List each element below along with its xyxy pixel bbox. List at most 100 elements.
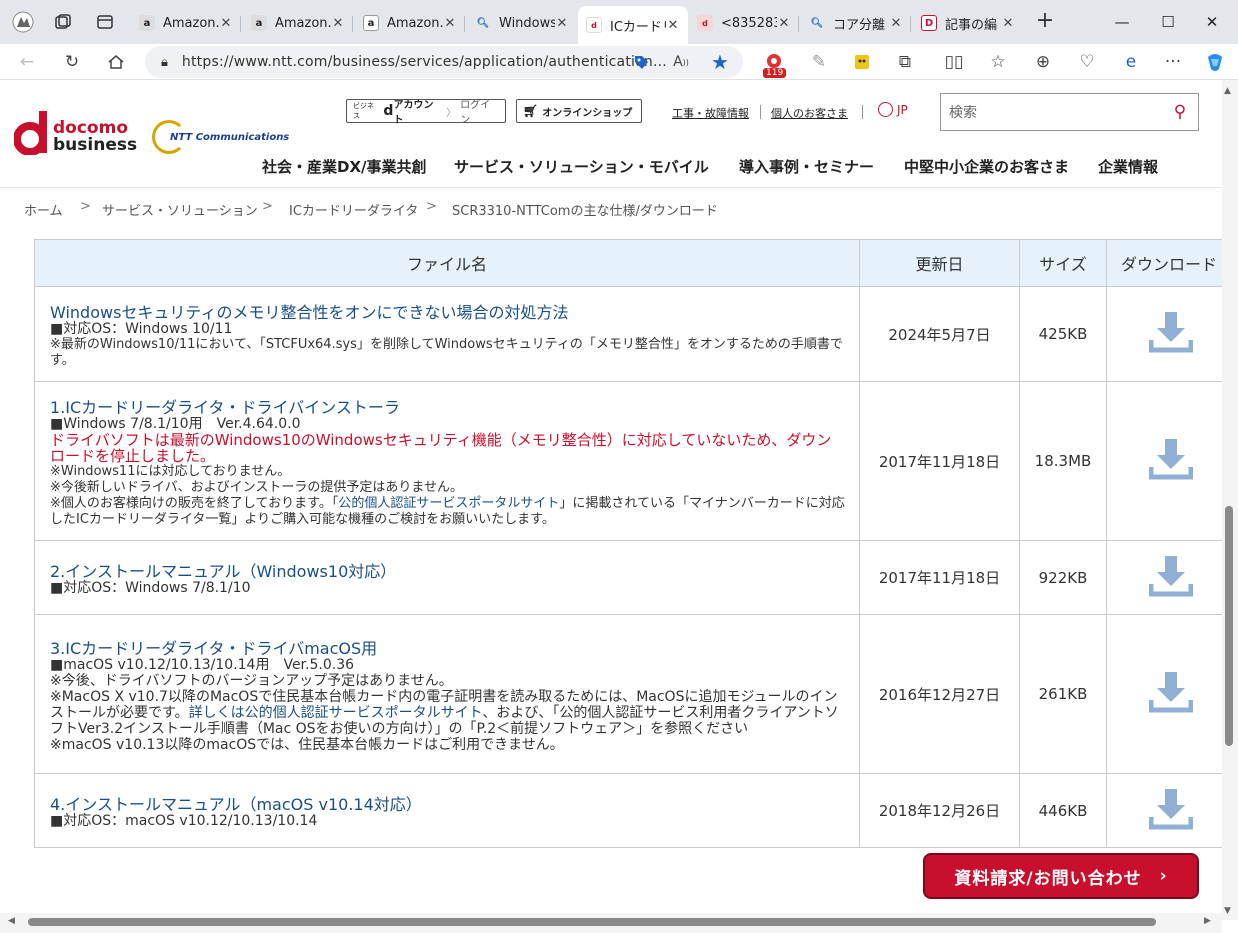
download-icon[interactable] [1148,437,1193,481]
docomo-d-logo-icon[interactable] [14,111,50,155]
file-title-link[interactable]: 2.インストールマニュアル（Windows10対応） [50,563,845,580]
workspaces-icon[interactable] [48,8,78,36]
close-tab-icon[interactable]: ✕ [1001,16,1015,31]
scroll-down-icon[interactable]: ▼ [1224,906,1231,916]
file-title-link[interactable]: 3.ICカードリーダライタ・ドライバmacOS用 [50,640,845,657]
vertical-scrollbar[interactable]: ▲ ▼ [1222,80,1238,920]
file-title-link[interactable]: Windowsセキュリティのメモリ整合性をオンにできない場合の対処方法 [50,304,845,321]
close-tab-icon[interactable]: ✕ [889,16,903,31]
browser-tab[interactable]: a Amazon.c ✕ [355,8,465,38]
nav-smb[interactable]: 中堅中小企業のお客さま [904,156,1069,177]
docomo-business-logo[interactable]: docomo business [53,120,137,154]
copilot-icon[interactable] [1201,48,1229,76]
updated-date: 2018年12月26日 [859,773,1020,848]
browser-tab[interactable]: 🔍︎ コア分離 ✕ [801,8,911,38]
extension-icon[interactable] [848,48,876,76]
search-favicon-icon: 🔍︎ [810,17,824,29]
updated-date: 2017年11月18日 [859,540,1020,615]
jpki-portal-detail-link[interactable]: 詳しくは公的個人認証サービスポータルサイト [189,705,483,721]
table-row: 1.ICカードリーダライタ・ドライバインストーラ ■Windows 7/8.1/… [34,381,1222,541]
horizontal-scroll-thumb[interactable] [28,918,1156,926]
table-row: 4.インストールマニュアル（macOS v10.14対応） ■対応OS：macO… [34,773,1222,848]
online-shop-button[interactable]: 🛒︎ オンラインショップ [516,99,642,123]
close-tab-icon[interactable]: ✕ [666,18,680,33]
download-icon[interactable] [1148,670,1193,714]
split-screen-icon[interactable]: ▯▯ [940,48,968,76]
collections-icon[interactable]: ⊕ [1029,48,1057,76]
col-header-updated: 更新日 [859,239,1020,287]
favorites-icon[interactable]: ☆ [984,48,1012,76]
business-d-account-button[interactable]: ビジネス d アカウント 〉 ログイン [346,99,506,126]
browser-tab[interactable]: D 記事の編 ✕ [913,8,1023,38]
browser-tab[interactable]: d <835283 ✕ [689,8,799,38]
file-title-link[interactable]: 4.インストールマニュアル（macOS v10.14対応） [50,796,845,813]
download-icon[interactable] [1148,310,1193,354]
language-selector[interactable]: JP [878,102,908,117]
download-icon[interactable] [1148,787,1193,831]
scroll-left-icon[interactable]: ◀ [8,916,15,926]
download-cell [1106,773,1222,848]
search-icon[interactable]: ⚲ [1162,102,1198,122]
nav-company[interactable]: 企業情報 [1098,156,1158,177]
close-tab-icon[interactable]: ✕ [555,16,569,31]
browser-essentials-icon[interactable]: ♡ [1073,48,1101,76]
file-title-link[interactable]: 1.ICカードリーダライタ・ドライバインストーラ [50,399,845,416]
updated-date: 2024年5月7日 [859,286,1020,382]
profile-avatar-icon[interactable] [8,8,38,36]
browser-tab[interactable]: a Amazon.c ✕ [243,8,353,38]
breadcrumb-ic-reader[interactable]: ICカードリーダライタ [289,200,418,219]
personal-customers-link[interactable]: 個人のお客さま [771,105,848,121]
browser-tab-active[interactable]: d ICカードリ ✕ [578,6,688,44]
nav-services[interactable]: サービス・ソリューション・モバイル [454,156,709,177]
construction-info-link[interactable]: 工事・故障情報 [672,105,749,121]
jpki-portal-link[interactable]: 公的個人認証サービスポータルサイト [338,496,559,511]
maximize-icon[interactable]: ☐ [1148,8,1188,36]
file-name-cell: 4.インストールマニュアル（macOS v10.14対応） ■対応OS：macO… [34,773,860,848]
amazon-favicon-icon: a [363,15,379,31]
scroll-right-icon[interactable]: ▶ [1204,916,1211,926]
refresh-icon[interactable]: ↻ [58,48,86,76]
contact-request-button[interactable]: 資料請求/お問い合わせ › [923,853,1199,899]
notification-badge: 119 [763,68,787,78]
nav-social-dx[interactable]: 社会・産業DX/事業共創 [262,156,427,177]
home-icon[interactable] [102,48,130,76]
close-tab-icon[interactable]: ✕ [443,16,457,31]
chevron-right-icon: › [1159,866,1168,886]
tab-actions-icon[interactable] [90,8,120,36]
close-window-icon[interactable]: ✕ [1192,8,1232,36]
minimize-icon[interactable]: — [1102,8,1142,36]
breadcrumb-services[interactable]: サービス・ソリューション [102,200,258,219]
close-tab-icon[interactable]: ✕ [219,16,233,31]
download-table: ファイル名 更新日 サイズ ダウンロード Windowsセキュリティのメモリ整合… [34,239,1222,848]
ntt-communications-logo[interactable]: NTT Communications [152,120,289,154]
file-name-cell: 3.ICカードリーダライタ・ドライバmacOS用 ■macOS v10.12/1… [34,614,860,774]
search-favicon-icon: 🔍︎ [476,17,490,29]
tag-icon[interactable] [627,48,655,76]
vertical-scroll-thumb[interactable] [1225,506,1233,746]
file-size: 446KB [1019,773,1107,848]
close-tab-icon[interactable]: ✕ [777,16,791,31]
back-icon[interactable]: ← [13,48,41,76]
favorite-star-icon[interactable]: ★ [706,48,734,76]
globe-icon [878,102,893,117]
download-icon[interactable] [1148,554,1193,598]
site-search-input[interactable]: 検索 ⚲ [940,93,1199,131]
extensions-puzzle-icon[interactable]: ⧉ [891,48,919,76]
extension-icon[interactable]: ✎ [805,48,833,76]
scroll-up-icon[interactable]: ▲ [1224,86,1231,96]
discontinued-warning: ドライバソフトは最新のWindows10のWindowsセキュリティ機能（メモリ… [50,430,832,465]
new-tab-icon[interactable]: + [1033,9,1057,35]
horizontal-scrollbar[interactable]: ◀ ▶ [0,913,1222,933]
table-row: 3.ICカードリーダライタ・ドライバmacOS用 ■macOS v10.12/1… [34,614,1222,774]
close-tab-icon[interactable]: ✕ [331,16,345,31]
browser-tab[interactable]: 🔍︎ Windows ✕ [467,8,577,38]
more-menu-icon[interactable]: ··· [1159,48,1187,76]
breadcrumb-current: SCR3310-NTTComの主な仕様/ダウンロード [452,204,718,219]
edge-icon[interactable]: e [1117,48,1145,76]
breadcrumb-home[interactable]: ホーム [24,200,63,219]
nav-case-studies[interactable]: 導入事例・セミナー [739,156,874,177]
lock-icon[interactable]: 🔒︎ [161,55,168,70]
browser-tab[interactable]: a Amazon.c ✕ [131,8,241,38]
updated-date: 2016年12月27日 [859,614,1020,774]
read-aloud-icon[interactable]: A)) [667,48,695,76]
